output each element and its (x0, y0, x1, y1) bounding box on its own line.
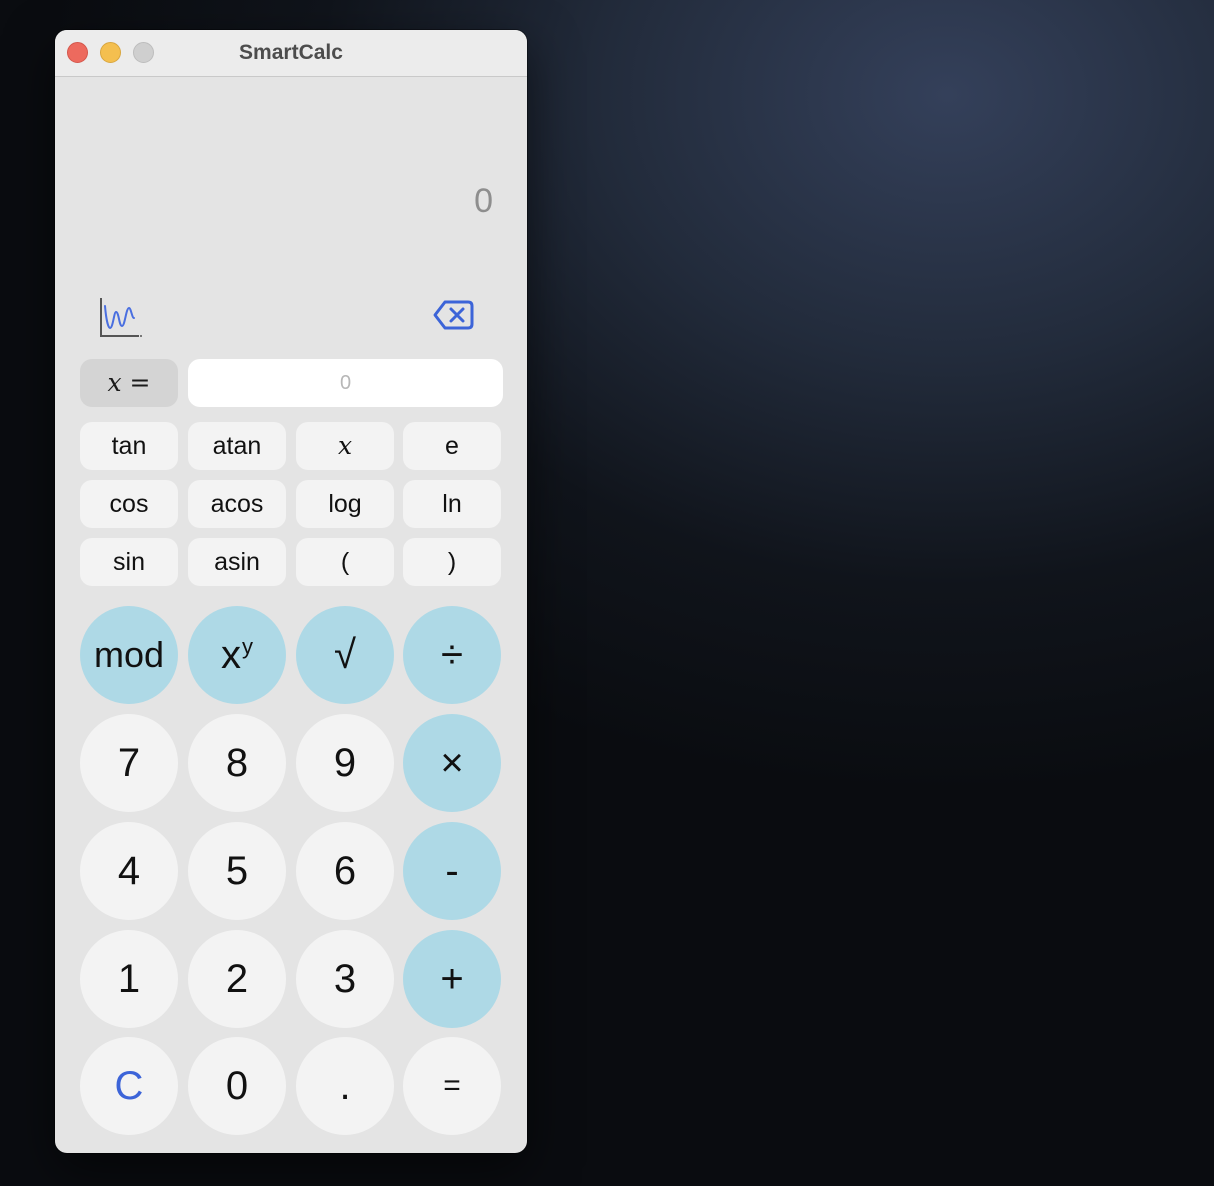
smartcalc-window: SmartCalc 0 x = tan atan x e cos acos lo… (55, 30, 527, 1153)
sqrt-button[interactable]: √ (296, 606, 394, 704)
power-button[interactable]: xy (188, 606, 286, 704)
plus-button[interactable]: + (403, 930, 501, 1028)
minimize-window-button[interactable] (100, 42, 121, 63)
digit-3-button[interactable]: 3 (296, 930, 394, 1028)
x-variable-label: x = (80, 359, 178, 407)
close-window-button[interactable] (67, 42, 88, 63)
digit-0-button[interactable]: 0 (188, 1037, 286, 1135)
e-button[interactable]: e (403, 422, 501, 470)
equals-button[interactable]: = (403, 1037, 501, 1135)
backspace-icon (433, 300, 474, 330)
clear-button[interactable]: C (80, 1037, 178, 1135)
digit-1-button[interactable]: 1 (80, 930, 178, 1028)
x-variable-button[interactable]: x (296, 422, 394, 470)
backspace-button[interactable] (433, 298, 475, 332)
x-value-input[interactable] (188, 359, 503, 407)
digit-5-button[interactable]: 5 (188, 822, 286, 920)
mod-button[interactable]: mod (80, 606, 178, 704)
cos-button[interactable]: cos (80, 480, 178, 528)
log-button[interactable]: log (296, 480, 394, 528)
power-base-label: x (221, 633, 241, 677)
sin-button[interactable]: sin (80, 538, 178, 586)
result-display: 0 (474, 182, 493, 220)
acos-button[interactable]: acos (188, 480, 286, 528)
asin-button[interactable]: asin (188, 538, 286, 586)
digit-2-button[interactable]: 2 (188, 930, 286, 1028)
open-paren-button[interactable]: ( (296, 538, 394, 586)
ln-button[interactable]: ln (403, 480, 501, 528)
digit-7-button[interactable]: 7 (80, 714, 178, 812)
tan-button[interactable]: tan (80, 422, 178, 470)
digit-6-button[interactable]: 6 (296, 822, 394, 920)
title-bar[interactable]: SmartCalc (55, 30, 527, 77)
digit-8-button[interactable]: 8 (188, 714, 286, 812)
graph-button[interactable] (97, 294, 145, 342)
digit-4-button[interactable]: 4 (80, 822, 178, 920)
divide-button[interactable]: ÷ (403, 606, 501, 704)
window-title: SmartCalc (239, 41, 343, 64)
graph-icon (100, 298, 142, 337)
close-paren-button[interactable]: ) (403, 538, 501, 586)
decimal-point-button[interactable]: . (296, 1037, 394, 1135)
atan-button[interactable]: atan (188, 422, 286, 470)
minus-button[interactable]: - (403, 822, 501, 920)
digit-9-button[interactable]: 9 (296, 714, 394, 812)
power-exponent-label: y (242, 634, 253, 659)
zoom-window-button[interactable] (133, 42, 154, 63)
multiply-button[interactable]: × (403, 714, 501, 812)
